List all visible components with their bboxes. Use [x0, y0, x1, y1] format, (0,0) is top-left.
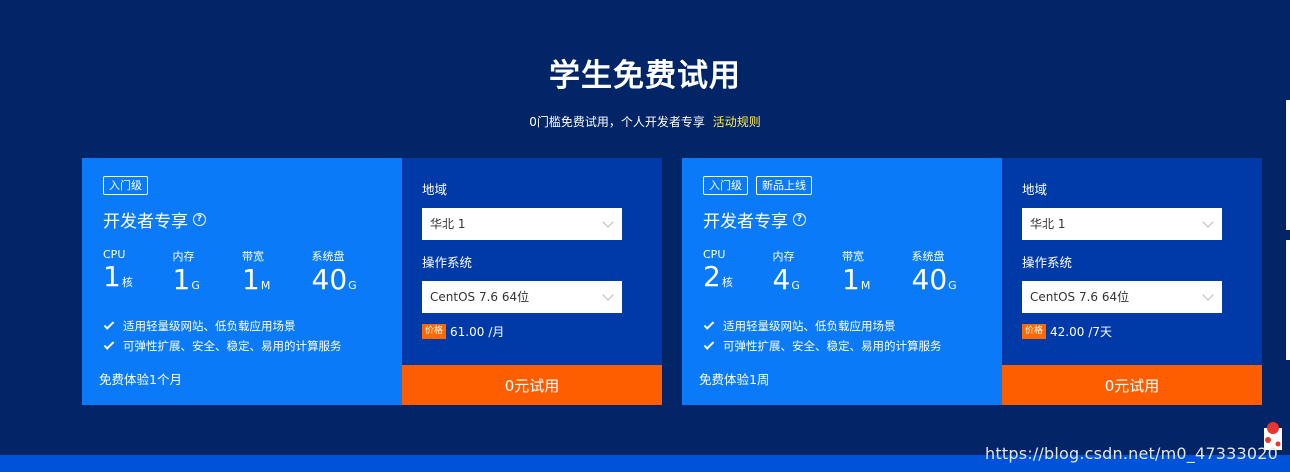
spec-value: 1 — [242, 263, 260, 296]
spec-value: 1 — [172, 263, 191, 296]
trial-period: 免费体验1周 — [699, 372, 770, 387]
plan-card: 入门级 开发者专享 ? CPU 1核 内存 1G 带宽 1M 系统盘 40G 适… — [82, 158, 662, 405]
region-select[interactable]: 华北 1 — [422, 208, 622, 240]
spec-label: 内存 — [772, 250, 795, 263]
plan-card: 入门级 新品上线 开发者专享 ? CPU 2核 内存 4G 带宽 1M 系统盘 … — [682, 158, 1262, 405]
plan-config-panel: 地域 华北 1 操作系统 CentOS 7.6 64位 价格 42.00 /7天… — [1002, 158, 1262, 405]
spec-memory: 内存 1G — [173, 248, 243, 300]
plan-config-panel: 地域 华北 1 操作系统 CentOS 7.6 64位 价格 61.00 /月 … — [402, 158, 662, 405]
region-select[interactable]: 华北 1 — [1022, 208, 1222, 240]
plan-info-panel: 入门级 开发者专享 ? CPU 1核 内存 1G 带宽 1M 系统盘 40G 适… — [82, 158, 402, 405]
spec-cpu: CPU 1核 — [103, 248, 173, 300]
price-value: 61.00 — [450, 324, 485, 339]
os-select[interactable]: CentOS 7.6 64位 — [1022, 281, 1222, 313]
price-unit: /7天 — [1088, 325, 1113, 339]
free-trial-button[interactable]: 0元试用 — [1002, 365, 1262, 405]
price-value: 42.00 — [1050, 324, 1085, 339]
help-icon[interactable]: ? — [793, 213, 806, 226]
price-unit: /月 — [488, 325, 505, 339]
spec-value: 2 — [703, 260, 721, 293]
page-header: 学生免费试用 0门槛免费试用，个人开发者专享 活动规则 — [0, 50, 1290, 130]
os-label: 操作系统 — [1022, 255, 1073, 270]
os-select[interactable]: CentOS 7.6 64位 — [422, 281, 622, 313]
feature-text: 可弹性扩展、安全、稳定、易用的计算服务 — [123, 339, 342, 353]
feature-item: 可弹性扩展、安全、稳定、易用的计算服务 — [703, 336, 981, 356]
spec-cpu: CPU 2核 — [703, 248, 773, 300]
plan-tag: 入门级 — [103, 176, 148, 195]
price-row: 价格 61.00 /月 — [422, 323, 504, 340]
page-title: 学生免费试用 — [549, 58, 741, 94]
spec-unit: M — [860, 279, 871, 292]
spec-label: 带宽 — [842, 250, 864, 263]
check-icon — [103, 339, 115, 350]
spec-value: 1 — [842, 263, 860, 296]
spec-bandwidth: 带宽 1M — [242, 248, 312, 300]
spec-value: 40 — [911, 263, 948, 296]
spec-memory: 内存 4G — [773, 248, 843, 300]
spec-unit: G — [191, 279, 200, 292]
check-icon — [703, 319, 715, 330]
region-value: 华北 1 — [430, 217, 466, 231]
side-float-tab[interactable] — [1286, 100, 1290, 230]
os-value: CentOS 7.6 64位 — [430, 290, 530, 304]
spec-disk: 系统盘 40G — [312, 248, 382, 300]
region-label: 地域 — [422, 182, 448, 197]
spec-unit: G — [948, 279, 957, 292]
free-trial-button[interactable]: 0元试用 — [402, 365, 662, 405]
feature-item: 可弹性扩展、安全、稳定、易用的计算服务 — [103, 336, 381, 356]
region-label: 地域 — [1022, 182, 1048, 197]
trial-period: 免费体验1个月 — [99, 372, 182, 387]
side-float-tab[interactable] — [1286, 240, 1290, 360]
chevron-down-icon — [1202, 216, 1214, 228]
spec-bandwidth: 带宽 1M — [842, 248, 912, 300]
os-label: 操作系统 — [422, 255, 473, 270]
chevron-down-icon — [1202, 289, 1214, 301]
spec-value: 4 — [772, 263, 791, 296]
price-row: 价格 42.00 /7天 — [1022, 323, 1112, 340]
plan-tag-new: 新品上线 — [756, 176, 812, 195]
feature-text: 可弹性扩展、安全、稳定、易用的计算服务 — [723, 339, 942, 353]
feature-text: 适用轻量级网站、低负载应用场景 — [123, 319, 296, 333]
feature-item: 适用轻量级网站、低负载应用场景 — [703, 316, 981, 336]
spec-value: 40 — [311, 263, 348, 296]
spec-value: 1 — [103, 260, 121, 293]
spec-label: 带宽 — [242, 250, 264, 263]
plan-tag: 入门级 — [703, 176, 748, 195]
plan-title: 开发者专享 — [103, 212, 188, 232]
spec-label: 内存 — [172, 250, 195, 263]
price-badge: 价格 — [422, 324, 447, 339]
activity-rules-link[interactable]: 活动规则 — [713, 115, 761, 129]
feature-text: 适用轻量级网站、低负载应用场景 — [723, 319, 896, 333]
feature-item: 适用轻量级网站、低负载应用场景 — [103, 316, 381, 336]
plan-info-panel: 入门级 新品上线 开发者专享 ? CPU 2核 内存 4G 带宽 1M 系统盘 … — [682, 158, 1002, 405]
price-badge: 价格 — [1022, 324, 1047, 339]
spec-unit: G — [791, 279, 800, 292]
watermark: https://blog.csdn.net/m0_47333020 — [985, 444, 1278, 463]
chevron-down-icon — [602, 216, 614, 228]
subtitle-text: 0门槛免费试用，个人开发者专享 — [529, 115, 705, 129]
spec-label: 系统盘 — [311, 250, 345, 263]
page-subtitle: 0门槛免费试用，个人开发者专享 活动规则 — [0, 113, 1290, 130]
os-value: CentOS 7.6 64位 — [1030, 290, 1130, 304]
help-icon[interactable]: ? — [193, 213, 206, 226]
spec-unit: M — [260, 279, 271, 292]
check-icon — [103, 319, 115, 330]
spec-unit: 核 — [721, 276, 733, 289]
spec-unit: G — [348, 279, 357, 292]
spec-unit: 核 — [121, 276, 133, 289]
chevron-down-icon — [602, 289, 614, 301]
spec-label: 系统盘 — [911, 250, 945, 263]
region-value: 华北 1 — [1030, 217, 1066, 231]
check-icon — [703, 339, 715, 350]
plan-title: 开发者专享 — [703, 212, 788, 232]
spec-disk: 系统盘 40G — [912, 248, 982, 300]
